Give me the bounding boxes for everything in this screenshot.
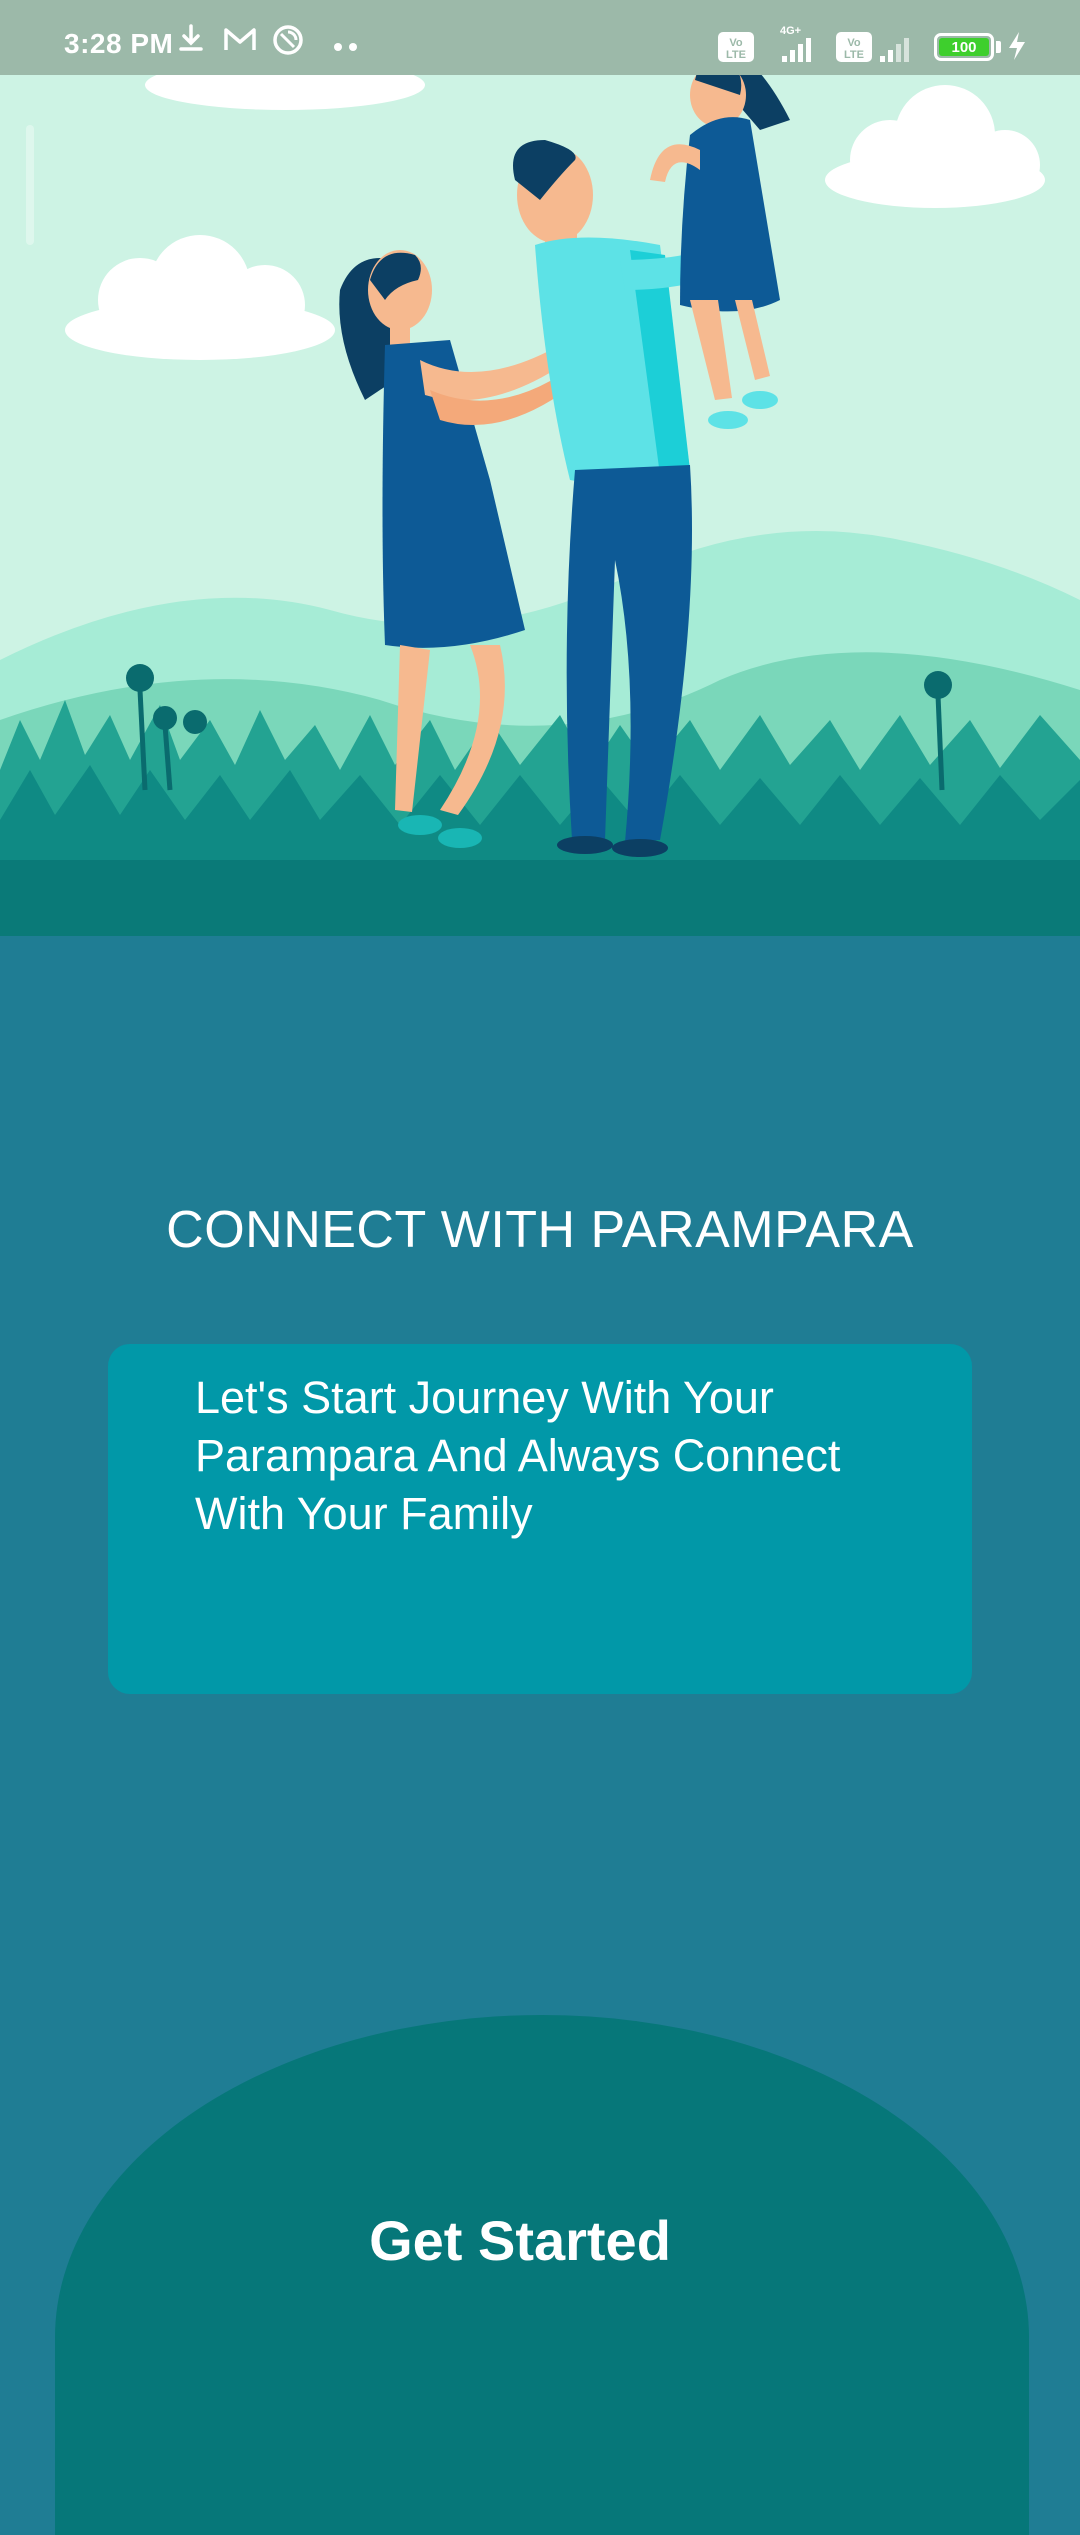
get-started-button[interactable]: Get Started bbox=[280, 2195, 760, 2285]
battery-tip bbox=[996, 41, 1001, 53]
svg-text:LTE: LTE bbox=[726, 49, 746, 61]
vpn-icon bbox=[273, 25, 303, 55]
volte-icon: Vo LTE 4G+ bbox=[718, 25, 811, 62]
cloud-left bbox=[65, 235, 335, 360]
svg-text:Vo: Vo bbox=[729, 37, 743, 49]
cloud-right bbox=[825, 85, 1045, 208]
svg-text:4G+: 4G+ bbox=[780, 25, 801, 37]
description-text: Let's Start Journey With Your Parampara … bbox=[195, 1372, 841, 1539]
page-title: CONNECT WITH PARAMPARA bbox=[166, 1201, 914, 1259]
status-bar: 3:28 PM Vo LTE 4G+ Vo LTE 100 bbox=[0, 0, 1080, 75]
svg-text:Vo: Vo bbox=[847, 37, 861, 49]
family-illustration bbox=[0, 0, 1080, 936]
scroll-indicator bbox=[26, 125, 34, 245]
status-time: 3:28 PM bbox=[64, 28, 174, 59]
svg-text:LTE: LTE bbox=[844, 49, 864, 61]
battery-icon: 100 bbox=[934, 33, 994, 61]
hero-illustration bbox=[0, 0, 1080, 936]
description-card: Let's Start Journey With Your Parampara … bbox=[108, 1344, 972, 1694]
battery-level: 100 bbox=[939, 38, 989, 56]
download-icon bbox=[179, 24, 203, 51]
more-dots-icon bbox=[334, 43, 357, 51]
signal-icon: Vo LTE bbox=[836, 32, 909, 62]
charging-icon bbox=[1009, 32, 1025, 60]
gmail-icon bbox=[224, 28, 256, 50]
